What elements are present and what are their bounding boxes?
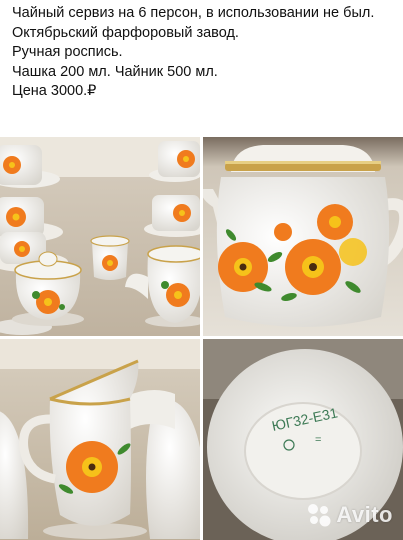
description-line-5: Цена 3000.₽	[12, 83, 97, 99]
avito-logo-icon	[308, 504, 331, 527]
description-line-4: Чашка 200 мл. Чайник 500 мл.	[12, 63, 218, 80]
photo-teapot[interactable]	[203, 137, 403, 336]
watermark-text: Avito	[336, 502, 393, 527]
photo-teapot-image	[203, 137, 403, 336]
description-line-2: Октябрьский фарфоровый завод.	[12, 24, 239, 41]
listing-description: Чайный сервиз на 6 персон, в использован…	[12, 4, 397, 102]
stamp-mark: =	[315, 434, 321, 446]
photo-set-overview[interactable]	[0, 137, 200, 336]
photo-stamp[interactable]: ЮГ32-Е31 = Avito	[203, 339, 403, 540]
avito-watermark: Avito	[306, 502, 393, 528]
description-line-1: Чайный сервиз на 6 персон, в использован…	[12, 5, 375, 21]
photo-set-overview-image	[0, 137, 200, 336]
photo-creamer[interactable]	[0, 339, 200, 540]
description-line-3: Ручная роспись.	[12, 44, 123, 60]
photo-creamer-image	[0, 339, 200, 540]
